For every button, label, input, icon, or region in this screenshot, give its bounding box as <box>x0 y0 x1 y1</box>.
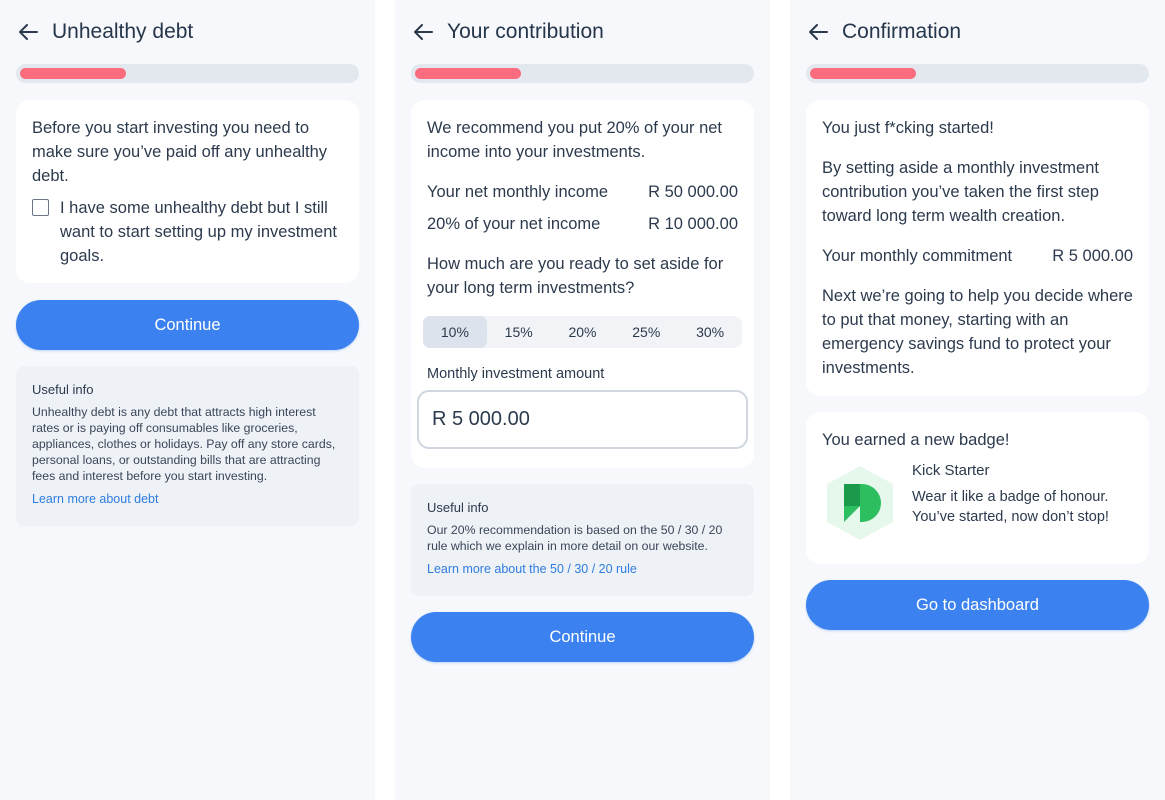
first-step-text: By setting aside a monthly investment co… <box>822 159 1099 225</box>
next-steps-text: Next we’re going to help you decide wher… <box>822 287 1133 377</box>
amount-input[interactable]: R 5 000.00 <box>417 390 748 449</box>
info-body: Unhealthy debt is any debt that attracts… <box>32 405 336 483</box>
amount-label: Monthly investment amount <box>427 366 605 382</box>
question-text: How much are you ready to set aside for … <box>427 255 724 297</box>
continue-button[interactable]: Continue <box>16 300 359 350</box>
commitment-row: Your monthly commitment R 5 000.00 <box>822 244 1133 268</box>
screen-unhealthy-debt: Unhealthy debt Before you start investin… <box>0 0 375 800</box>
learn-more-rule-link[interactable]: Learn more about the 50 / 30 / 20 rule <box>427 562 738 576</box>
badge-info: Kick Starter Wear it like a badge of hon… <box>912 462 1127 542</box>
back-arrow-icon[interactable] <box>16 20 40 44</box>
page-title: Confirmation <box>842 20 962 43</box>
option-20-percent[interactable]: 20% <box>551 316 615 348</box>
screen-confirmation: Confirmation You just f*cking started! B… <box>790 0 1165 800</box>
progress-fill <box>20 68 126 79</box>
option-10-percent[interactable]: 10% <box>423 316 487 348</box>
screen-your-contribution: Your contribution We recommend you put 2… <box>395 0 770 800</box>
twenty-percent-row: 20% of your net income R 10 000.00 <box>427 212 738 236</box>
page-title: Your contribution <box>447 20 604 43</box>
badge-description: Wear it like a badge of honour. You’ve s… <box>912 489 1109 525</box>
income-row: Your net monthly income R 50 000.00 <box>427 180 738 204</box>
useful-info-box: Useful info Our 20% recommendation is ba… <box>411 484 754 596</box>
info-heading: Useful info <box>427 500 489 515</box>
learn-more-debt-link[interactable]: Learn more about debt <box>32 492 343 506</box>
header: Your contribution <box>411 14 604 50</box>
contribution-card: We recommend you put 20% of your net inc… <box>411 100 754 468</box>
twenty-percent-label: 20% of your net income <box>427 215 601 233</box>
progress-bar <box>16 64 359 83</box>
debt-card: Before you start investing you need to m… <box>16 100 359 283</box>
info-heading: Useful info <box>32 382 94 397</box>
badge-heading: You earned a new badge! <box>822 431 1010 449</box>
back-arrow-icon[interactable] <box>806 20 830 44</box>
info-body: Our 20% recommendation is based on the 5… <box>427 523 723 553</box>
income-value: R 50 000.00 <box>648 183 738 201</box>
started-text: You just f*cking started! <box>822 119 994 137</box>
option-30-percent[interactable]: 30% <box>678 316 742 348</box>
badge-row: Kick Starter Wear it like a badge of hon… <box>822 462 1133 542</box>
debt-warning-text: Before you start investing you need to m… <box>32 119 328 185</box>
commitment-value: R 5 000.00 <box>1052 247 1133 265</box>
kick-starter-badge-icon <box>824 464 896 542</box>
debt-checkbox[interactable] <box>32 199 49 216</box>
progress-bar <box>806 64 1149 83</box>
income-label: Your net monthly income <box>427 183 608 201</box>
header: Unhealthy debt <box>16 14 193 50</box>
confirmation-card: You just f*cking started! By setting asi… <box>806 100 1149 396</box>
progress-fill <box>810 68 916 79</box>
progress-bar <box>411 64 754 83</box>
back-arrow-icon[interactable] <box>411 20 435 44</box>
header: Confirmation <box>806 14 961 50</box>
percentage-selector: 10% 15% 20% 25% 30% <box>423 316 742 348</box>
useful-info-box: Useful info Unhealthy debt is any debt t… <box>16 366 359 526</box>
commitment-label: Your monthly commitment <box>822 247 1013 265</box>
twenty-percent-value: R 10 000.00 <box>648 215 738 233</box>
progress-fill <box>415 68 521 79</box>
go-to-dashboard-button[interactable]: Go to dashboard <box>806 580 1149 630</box>
page-title: Unhealthy debt <box>52 20 194 43</box>
option-25-percent[interactable]: 25% <box>614 316 678 348</box>
option-15-percent[interactable]: 15% <box>487 316 551 348</box>
badge-name: Kick Starter <box>912 462 990 479</box>
continue-button[interactable]: Continue <box>411 612 754 662</box>
debt-checkbox-row[interactable]: I have some unhealthy debt but I still w… <box>32 196 343 268</box>
checkbox-label: I have some unhealthy debt but I still w… <box>60 199 337 265</box>
badge-card: You earned a new badge! Kick Starter Wea… <box>806 412 1149 564</box>
recommendation-text: We recommend you put 20% of your net inc… <box>427 119 723 161</box>
